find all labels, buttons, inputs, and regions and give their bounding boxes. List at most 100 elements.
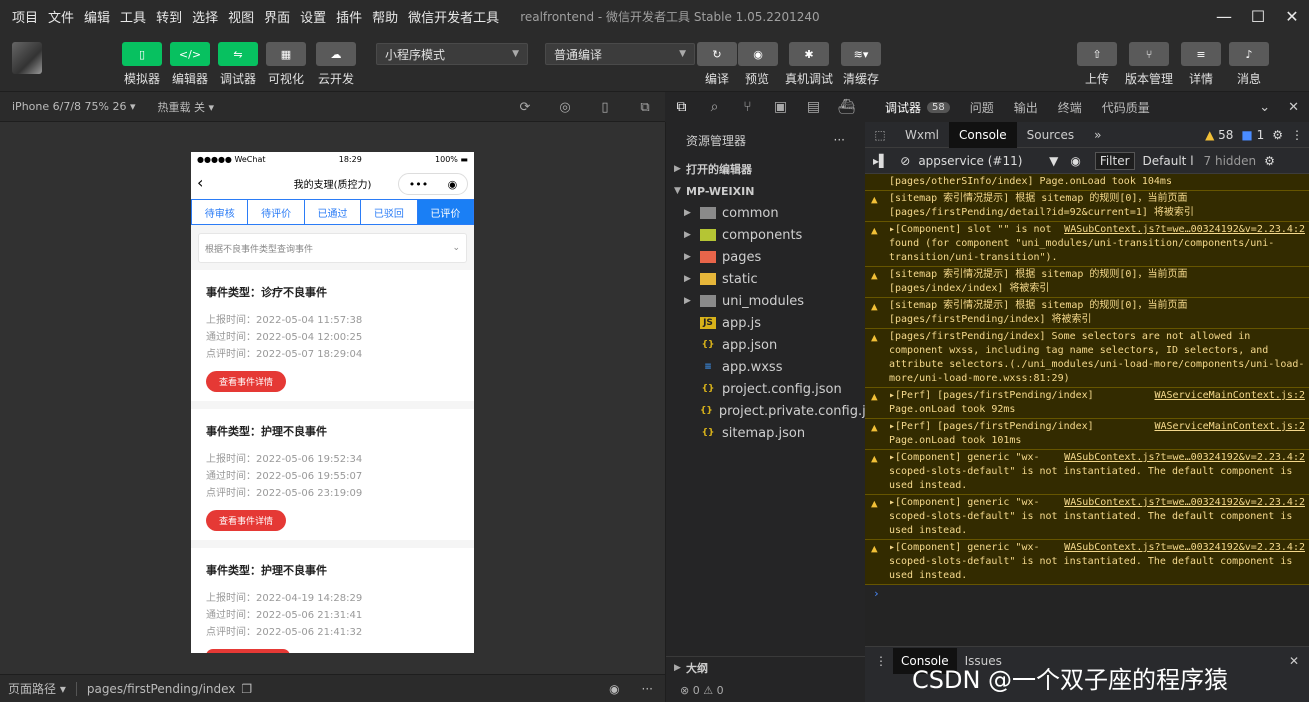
eye-icon[interactable]: ◉ bbox=[609, 682, 619, 696]
close-icon[interactable]: ✕ bbox=[1275, 0, 1309, 32]
tab-debugger[interactable]: 调试器 58 bbox=[885, 99, 950, 116]
tab-sources[interactable]: Sources bbox=[1017, 122, 1084, 148]
back-icon[interactable]: ‹ bbox=[197, 173, 203, 192]
tab-problems[interactable]: 问题 bbox=[970, 99, 994, 116]
source-link[interactable]: WASubContext.js?t=we…00324192&v=2.23.4:2 bbox=[1064, 451, 1305, 465]
menu-interface[interactable]: 界面 bbox=[259, 7, 295, 26]
tab-output[interactable]: 输出 bbox=[1014, 99, 1038, 116]
context-select[interactable]: appservice (#11) ▼ bbox=[918, 154, 1058, 168]
search-icon[interactable]: ⌕ bbox=[698, 99, 731, 115]
kebab-icon[interactable]: ⋮ bbox=[875, 654, 887, 668]
menu-view[interactable]: 视图 bbox=[223, 7, 259, 26]
open-editors-section[interactable]: ▶ 打开的编辑器 bbox=[666, 158, 865, 180]
extensions-icon[interactable]: ▣ bbox=[764, 99, 797, 115]
copy-icon[interactable]: ❐ bbox=[241, 682, 252, 696]
mode-select[interactable]: 小程序模式 ▼ bbox=[376, 43, 528, 65]
console-prompt[interactable]: › bbox=[865, 585, 1309, 602]
menu-select[interactable]: 选择 bbox=[187, 7, 223, 26]
file-project-config[interactable]: {} project.config.json bbox=[666, 378, 865, 400]
gear-icon[interactable]: ⚙ bbox=[1264, 154, 1275, 168]
filter-input[interactable]: Filter bbox=[1094, 151, 1135, 170]
editor-button[interactable]: </> bbox=[170, 42, 210, 66]
view-detail-button[interactable] bbox=[206, 649, 290, 653]
folder-components[interactable]: ▶ components bbox=[666, 224, 865, 246]
kebab-icon[interactable]: ⋮ bbox=[1291, 128, 1303, 142]
tab-evaluated[interactable]: 已评价 bbox=[417, 200, 474, 224]
tab-pending-evaluate[interactable]: 待评价 bbox=[248, 200, 305, 224]
simulator-button[interactable]: ▯ bbox=[122, 42, 162, 66]
source-control-icon[interactable]: ⑂ bbox=[731, 99, 764, 115]
visual-button[interactable]: ▦ bbox=[266, 42, 306, 66]
stop-icon[interactable]: ◎ bbox=[545, 92, 585, 122]
tab-code-quality[interactable]: 代码质量 bbox=[1102, 99, 1150, 116]
storage-icon[interactable]: ▤ bbox=[797, 99, 830, 115]
menu-help[interactable]: 帮助 bbox=[367, 7, 403, 26]
event-type-filter[interactable]: 根据不良事件类型查询事件 ⌄ bbox=[198, 233, 467, 263]
close-circle-icon[interactable]: ◉ bbox=[448, 178, 458, 191]
tab-rejected[interactable]: 已驳回 bbox=[361, 200, 418, 224]
compile-button[interactable]: ↻ bbox=[697, 42, 737, 66]
menu-settings[interactable]: 设置 bbox=[295, 7, 331, 26]
inspect-icon[interactable]: ⬚ bbox=[865, 122, 895, 148]
more-icon[interactable]: ··· bbox=[834, 133, 845, 147]
menu-tools[interactable]: 工具 bbox=[115, 7, 151, 26]
file-sitemap[interactable]: {} sitemap.json bbox=[666, 422, 865, 444]
more-tabs-icon[interactable]: » bbox=[1084, 122, 1111, 148]
maximize-icon[interactable]: ☐ bbox=[1241, 0, 1275, 32]
docker-icon[interactable]: ⛴ bbox=[830, 99, 863, 115]
menu-file[interactable]: 文件 bbox=[43, 7, 79, 26]
preview-button[interactable]: ◉ bbox=[738, 42, 778, 66]
view-detail-button[interactable]: 查看事件详情 bbox=[206, 371, 287, 392]
message-button[interactable]: ♪ bbox=[1229, 42, 1269, 66]
clear-console-icon[interactable]: ⊘ bbox=[900, 154, 910, 168]
tab-wxml[interactable]: Wxml bbox=[895, 122, 949, 148]
source-link[interactable]: WASubContext.js?t=we…00324192&v=2.23.4:2 bbox=[1064, 496, 1305, 510]
folder-common[interactable]: ▶ common bbox=[666, 202, 865, 224]
avatar[interactable] bbox=[12, 42, 42, 74]
menu-project[interactable]: 项目 bbox=[0, 7, 43, 26]
version-button[interactable]: ⑂ bbox=[1129, 42, 1169, 66]
clear-cache-button[interactable]: ≋▾ bbox=[841, 42, 881, 66]
file-app-js[interactable]: JS app.js bbox=[666, 312, 865, 334]
gear-icon[interactable]: ⚙ bbox=[1272, 128, 1283, 142]
source-link[interactable]: WAServiceMainContext.js:2 bbox=[1154, 389, 1305, 403]
popout-icon[interactable]: ⧉ bbox=[625, 92, 665, 122]
source-link[interactable]: WASubContext.js?t=we…00324192&v=2.23.4:2 bbox=[1064, 223, 1305, 237]
folder-pages[interactable]: ▶ pages bbox=[666, 246, 865, 268]
detail-button[interactable]: ≡ bbox=[1181, 42, 1221, 66]
warning-count[interactable]: ▲ 58 bbox=[1205, 128, 1233, 142]
device-select[interactable]: iPhone 6/7/8 75% 26 ▾ bbox=[12, 100, 136, 113]
sidebar-toggle-icon[interactable]: ▸▌ bbox=[873, 154, 888, 168]
folder-static[interactable]: ▶ static bbox=[666, 268, 865, 290]
menu-wechat-devtools[interactable]: 微信开发者工具 bbox=[403, 7, 504, 26]
capsule-menu[interactable]: ••• ◉ bbox=[398, 173, 468, 195]
file-project-private-config[interactable]: {}project.private.config.js... bbox=[666, 400, 865, 422]
file-app-json[interactable]: {} app.json bbox=[666, 334, 865, 356]
hot-reload-toggle[interactable]: 热重载 关 ▾ bbox=[158, 99, 215, 115]
chevron-down-icon[interactable]: ⌄ bbox=[1259, 100, 1270, 115]
outline-section[interactable]: ▶ 大纲 bbox=[666, 656, 866, 678]
close-icon[interactable]: ✕ bbox=[1289, 654, 1299, 668]
upload-button[interactable]: ⇧ bbox=[1077, 42, 1117, 66]
cloud-button[interactable]: ☁ bbox=[316, 42, 356, 66]
tab-pending-review[interactable]: 待审核 bbox=[192, 200, 249, 224]
menu-goto[interactable]: 转到 bbox=[151, 7, 187, 26]
menu-edit[interactable]: 编辑 bbox=[79, 7, 115, 26]
log-level-select[interactable]: Default l bbox=[1143, 154, 1194, 168]
phone-icon[interactable]: ▯ bbox=[585, 92, 625, 122]
menu-plugins[interactable]: 插件 bbox=[331, 7, 367, 26]
view-detail-button[interactable]: 查看事件详情 bbox=[206, 510, 287, 531]
rotate-icon[interactable]: ⟳ bbox=[505, 92, 545, 122]
file-app-wxss[interactable]: ≡ app.wxss bbox=[666, 356, 865, 378]
problems-status[interactable]: ⊗ 0 ⚠ 0 bbox=[666, 678, 866, 702]
source-link[interactable]: WAServiceMainContext.js:2 bbox=[1154, 420, 1305, 434]
more-dots-icon[interactable]: ••• bbox=[409, 178, 428, 191]
source-link[interactable]: WASubContext.js?t=we…00324192&v=2.23.4:2 bbox=[1064, 541, 1305, 555]
close-icon[interactable]: ✕ bbox=[1288, 100, 1299, 115]
route-label[interactable]: 页面路径 ▾ bbox=[8, 680, 66, 697]
files-icon[interactable]: ⧉ bbox=[665, 99, 698, 115]
tab-passed[interactable]: 已通过 bbox=[305, 200, 362, 224]
eye-icon[interactable]: ◉ bbox=[1070, 154, 1080, 168]
tab-console[interactable]: Console bbox=[949, 121, 1017, 148]
more-icon[interactable]: ··· bbox=[642, 682, 653, 696]
